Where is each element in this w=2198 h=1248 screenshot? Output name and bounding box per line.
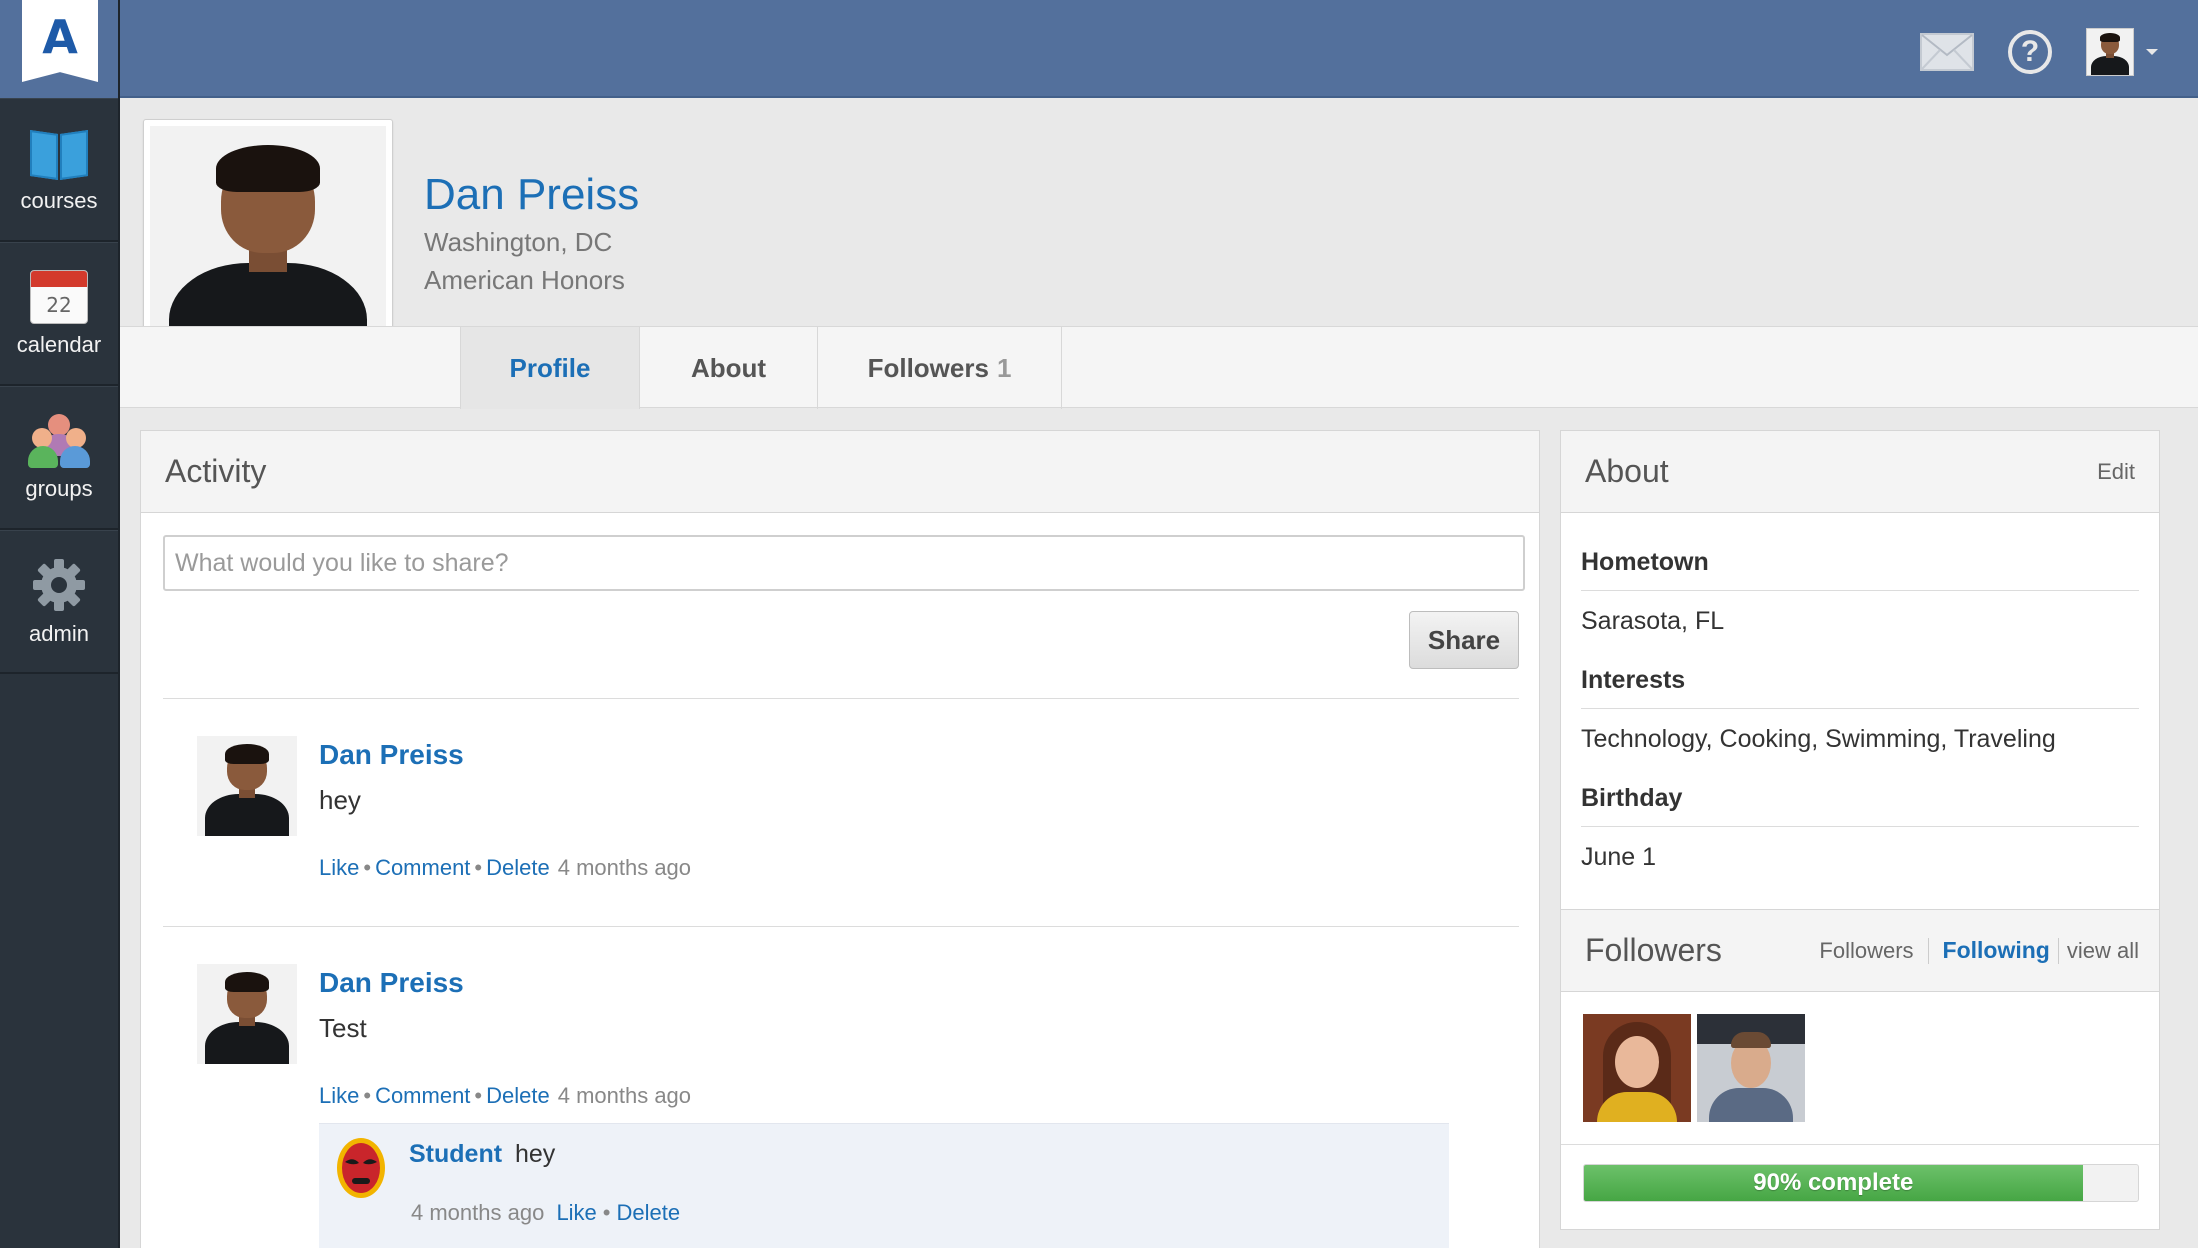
like-link[interactable]: Like bbox=[556, 1200, 596, 1225]
sidebar-item-label: admin bbox=[29, 620, 89, 646]
delete-link[interactable]: Delete bbox=[617, 1200, 681, 1225]
post-actions: Like • Comment • Delete 4 months ago bbox=[319, 855, 692, 880]
profile-location: Washington, DC bbox=[424, 227, 613, 257]
sidebar-item-admin[interactable]: admin bbox=[0, 530, 118, 674]
top-bar: ? bbox=[120, 0, 2198, 98]
followers-link[interactable]: Followers bbox=[1819, 938, 1913, 964]
progress-fill: 90% complete bbox=[1584, 1165, 2083, 1201]
book-icon bbox=[30, 126, 88, 180]
edit-link[interactable]: Edit bbox=[2097, 459, 2135, 485]
about-body: Hometown Sarasota, FL Interests Technolo… bbox=[1561, 513, 2159, 887]
tab-about[interactable]: About bbox=[640, 327, 818, 409]
activity-header: Activity bbox=[141, 431, 1539, 513]
help-icon[interactable]: ? bbox=[2008, 30, 2052, 74]
calendar-icon: 22 bbox=[30, 269, 88, 324]
about-title: About bbox=[1585, 453, 1669, 489]
view-all-link[interactable]: view all bbox=[2067, 938, 2139, 964]
about-field-value: Sarasota, FL bbox=[1581, 607, 1725, 635]
divider bbox=[163, 698, 1519, 699]
tab-followers[interactable]: Followers 1 bbox=[818, 327, 1062, 409]
about-field-value: June 1 bbox=[1581, 843, 1657, 871]
sidebar-item-label: groups bbox=[25, 475, 93, 501]
post-actions: Like • Comment • Delete 4 months ago bbox=[319, 1083, 692, 1108]
about-field-label: Interests bbox=[1581, 651, 2139, 709]
post-timestamp: 4 months ago bbox=[557, 855, 692, 880]
followers-title: Followers bbox=[1585, 932, 1722, 968]
sidebar-item-courses[interactable]: courses bbox=[0, 98, 118, 242]
follower-thumbnails bbox=[1583, 1014, 1805, 1122]
logo-letter: A bbox=[42, 10, 78, 64]
follower-avatar[interactable] bbox=[1583, 1014, 1691, 1122]
post-author-link[interactable]: Dan Preiss bbox=[319, 967, 464, 999]
following-link[interactable]: Following bbox=[1943, 937, 2050, 964]
divider bbox=[163, 926, 1519, 927]
progress-label: 90% complete bbox=[1753, 1169, 1914, 1196]
mail-icon[interactable] bbox=[1920, 33, 1974, 71]
chevron-down-icon[interactable] bbox=[2146, 49, 2158, 55]
post-timestamp: 4 months ago bbox=[557, 1083, 692, 1108]
share-button[interactable]: Share bbox=[1409, 611, 1519, 669]
calendar-day: 22 bbox=[46, 292, 72, 317]
left-sidebar: A courses 22 calendar groups admin bbox=[0, 0, 120, 1248]
followers-count: 1 bbox=[996, 352, 1012, 383]
tab-profile[interactable]: Profile bbox=[460, 327, 640, 409]
post-avatar[interactable] bbox=[197, 736, 297, 836]
followers-header: Followers Followers Following view all bbox=[1561, 910, 2159, 992]
tab-label: Profile bbox=[509, 352, 591, 383]
followers-links: Followers Following view all bbox=[1819, 937, 2139, 964]
comment-author-link[interactable]: Student bbox=[409, 1140, 502, 1169]
about-field-value: Technology, Cooking, Swimming, Traveling bbox=[1581, 725, 2056, 753]
post-author-link[interactable]: Dan Preiss bbox=[319, 739, 464, 771]
comment-actions: 4 months ago Like • Delete bbox=[411, 1200, 681, 1225]
tab-label: Followers bbox=[867, 352, 989, 383]
top-icons: ? bbox=[1920, 28, 2158, 76]
profile-progress-bar: 90% complete bbox=[1583, 1164, 2139, 1202]
followers-panel: Followers Followers Following view all 9… bbox=[1560, 910, 2160, 1230]
sidebar-item-label: calendar bbox=[16, 331, 102, 357]
post-avatar[interactable] bbox=[197, 964, 297, 1064]
help-glyph: ? bbox=[2020, 35, 2040, 68]
delete-link[interactable]: Delete bbox=[486, 855, 550, 880]
comment-link[interactable]: Comment bbox=[375, 855, 470, 880]
divider bbox=[1561, 1144, 2159, 1145]
sidebar-item-calendar[interactable]: 22 calendar bbox=[0, 242, 118, 386]
activity-panel: Activity Share Dan Preiss hey Like•Comme… bbox=[140, 430, 1540, 1248]
post-text: Test bbox=[319, 1013, 367, 1043]
like-link[interactable]: Like bbox=[319, 1083, 359, 1108]
sidebar-item-label: courses bbox=[20, 187, 98, 213]
sidebar-item-groups[interactable]: groups bbox=[0, 386, 118, 530]
about-field-label: Hometown bbox=[1581, 533, 2139, 591]
mask-avatar-icon[interactable] bbox=[335, 1136, 387, 1200]
like-link[interactable]: Like bbox=[319, 855, 359, 880]
delete-link[interactable]: Delete bbox=[486, 1083, 550, 1108]
gear-icon bbox=[33, 558, 85, 611]
tab-label: About bbox=[690, 352, 767, 383]
comment-timestamp: 4 months ago bbox=[411, 1200, 545, 1225]
post-text: hey bbox=[319, 785, 361, 815]
app-logo[interactable]: A bbox=[22, 0, 98, 82]
about-header: About Edit bbox=[1561, 431, 2159, 513]
logo-area: A bbox=[0, 0, 118, 98]
profile-tabs-bar: Profile About Followers 1 bbox=[120, 326, 2198, 409]
follower-avatar[interactable] bbox=[1697, 1014, 1805, 1122]
user-avatar[interactable] bbox=[2086, 28, 2134, 76]
groups-icon bbox=[28, 413, 90, 468]
comment-item: Student hey 4 months ago Like • Delete bbox=[319, 1123, 1449, 1248]
comment-link[interactable]: Comment bbox=[375, 1083, 470, 1108]
profile-tabs: Profile About Followers 1 bbox=[460, 327, 1062, 409]
profile-name: Dan Preiss bbox=[424, 170, 640, 219]
comment-text: hey bbox=[515, 1140, 556, 1168]
share-input[interactable] bbox=[163, 535, 1525, 591]
about-field-label: Birthday bbox=[1581, 769, 2139, 827]
profile-organization: American Honors bbox=[424, 265, 625, 295]
activity-title: Activity bbox=[165, 453, 267, 489]
about-panel: About Edit Hometown Sarasota, FL Interes… bbox=[1560, 430, 2160, 910]
